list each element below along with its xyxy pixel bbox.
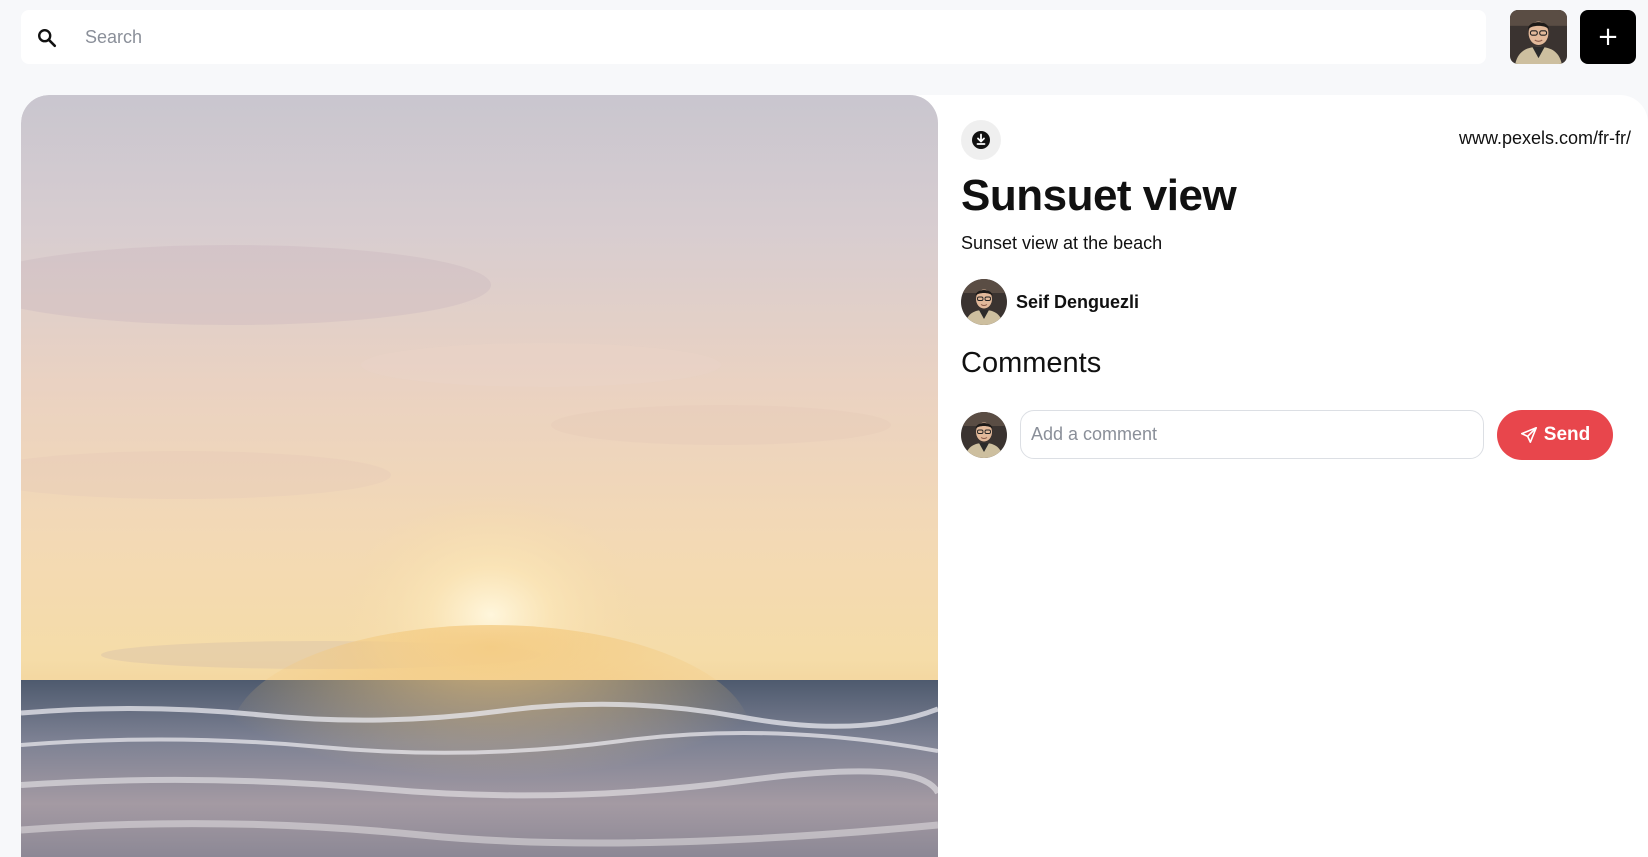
download-button[interactable]: [961, 120, 1001, 160]
send-icon: [1520, 426, 1537, 444]
download-icon: [972, 131, 990, 149]
pin-title: Sunsuet view: [961, 171, 1237, 220]
comments-heading: Comments: [961, 347, 1102, 379]
author-name[interactable]: Seif Denguezli: [1016, 292, 1139, 313]
send-button[interactable]: Send: [1497, 410, 1613, 460]
pin-image: [21, 95, 938, 857]
plus-icon: +: [1597, 22, 1619, 52]
author[interactable]: Seif Denguezli: [961, 279, 1139, 325]
pin-description: Sunset view at the beach: [961, 233, 1163, 253]
top-bar: +: [0, 0, 1648, 80]
comment-composer: Send: [961, 410, 1615, 460]
pin-detail-card: www.pexels.com/fr-fr/ Sunsuet view Sunse…: [21, 95, 1648, 857]
add-pin-button[interactable]: +: [1580, 10, 1636, 64]
send-label: Send: [1543, 424, 1591, 445]
search-icon: [38, 29, 57, 48]
author-avatar[interactable]: [961, 279, 1007, 325]
pin-details: www.pexels.com/fr-fr/ Sunsuet view Sunse…: [961, 95, 1631, 857]
source-link[interactable]: www.pexels.com/fr-fr/: [1459, 128, 1631, 149]
search-bar[interactable]: [21, 10, 1486, 64]
search-input[interactable]: [85, 20, 1465, 54]
commenter-avatar: [961, 412, 1007, 458]
comment-input[interactable]: [1020, 410, 1484, 459]
user-avatar[interactable]: [1510, 10, 1567, 64]
